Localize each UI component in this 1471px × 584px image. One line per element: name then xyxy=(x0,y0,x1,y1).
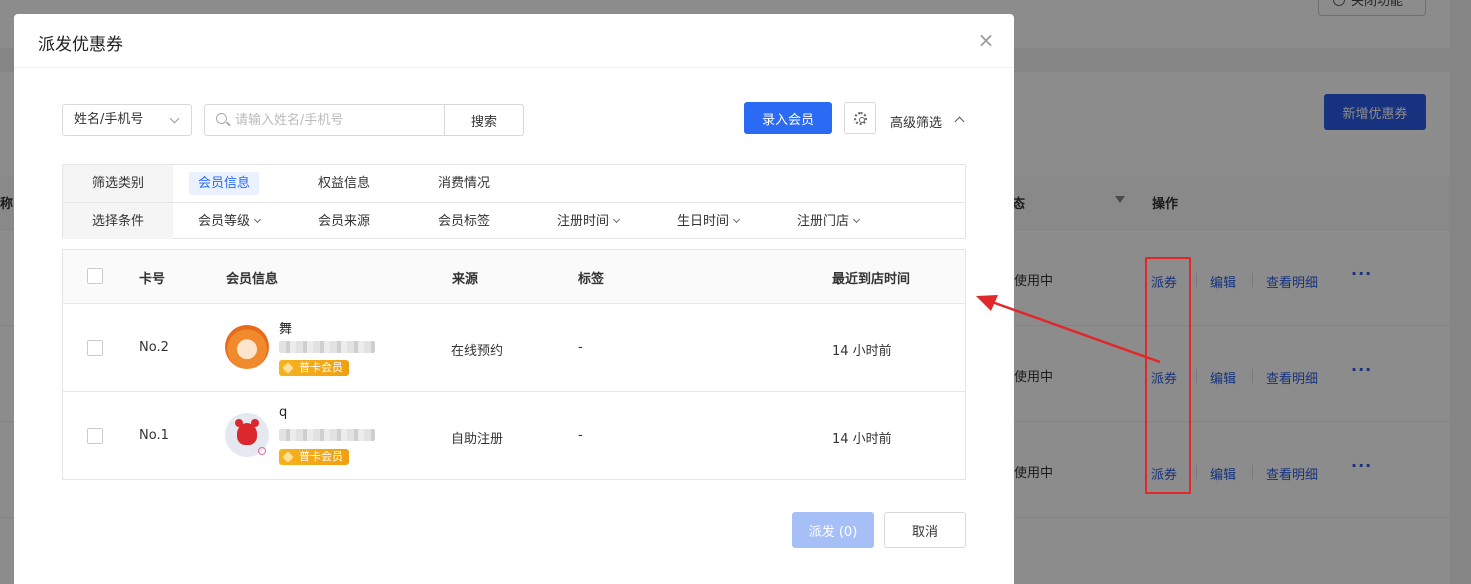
member-name: 舞 xyxy=(279,322,293,337)
last-visit-time: 14 小时前 xyxy=(832,432,892,447)
filter-category-member-info[interactable]: 会员信息 xyxy=(189,172,260,195)
row-checkbox[interactable] xyxy=(87,340,103,356)
column-last-visit: 最近到店时间 xyxy=(832,272,911,287)
add-member-button[interactable]: 录入会员 xyxy=(744,102,832,134)
advanced-filter-toggle[interactable]: 高级筛选 xyxy=(890,112,942,131)
chevron-down-icon xyxy=(169,113,180,124)
card-no: No.1 xyxy=(139,428,169,443)
diamond-icon xyxy=(282,451,294,463)
filter-category-row: 筛选类别 会员信息 权益信息 消费情况 xyxy=(63,165,965,202)
filter-panel: 筛选类别 会员信息 权益信息 消费情况 选择条件 会员等级 会员来源 会员标签 … xyxy=(62,164,966,239)
chevron-down-icon xyxy=(852,215,861,224)
member-tag: - xyxy=(578,428,583,443)
filter-category-benefits[interactable]: 权益信息 xyxy=(309,172,379,195)
card-no: No.2 xyxy=(139,340,169,355)
table-row[interactable]: No.2 舞 普卡会员 在线预约 - 14 小时前 xyxy=(63,304,965,392)
dialog-title: 派发优惠券 xyxy=(38,35,123,55)
filter-member-source[interactable]: 会员来源 xyxy=(309,210,379,233)
filter-member-tag[interactable]: 会员标签 xyxy=(429,210,499,233)
cancel-button[interactable]: 取消 xyxy=(884,512,966,548)
column-tag: 标签 xyxy=(578,272,605,287)
column-card-no: 卡号 xyxy=(139,272,166,287)
filter-category-label: 筛选类别 xyxy=(63,165,173,202)
dialog-header: 派发优惠券 × xyxy=(14,14,1014,68)
member-table: 卡号 会员信息 来源 标签 最近到店时间 No.2 舞 普卡会员 在线预约 - … xyxy=(62,249,966,480)
avatar xyxy=(225,325,269,369)
table-header: 卡号 会员信息 来源 标签 最近到店时间 xyxy=(63,250,965,304)
search-input[interactable] xyxy=(235,105,443,135)
last-visit-time: 14 小时前 xyxy=(832,344,892,359)
chevron-up-icon[interactable] xyxy=(954,116,965,127)
select-all-checkbox[interactable] xyxy=(87,268,103,284)
filter-register-time[interactable]: 注册时间 xyxy=(548,210,628,233)
filter-category-consumption[interactable]: 消费情况 xyxy=(429,172,499,195)
female-icon xyxy=(258,447,266,455)
member-tag: - xyxy=(578,340,583,355)
filter-condition-row: 选择条件 会员等级 会员来源 会员标签 注册时间 生日时间 注册门店 xyxy=(63,202,965,239)
search-icon xyxy=(216,113,227,124)
bear-icon xyxy=(235,419,259,445)
filter-member-level[interactable]: 会员等级 xyxy=(189,210,269,233)
chevron-down-icon xyxy=(732,215,741,224)
gear-icon xyxy=(854,112,867,125)
highlight-box xyxy=(1145,257,1191,494)
column-source: 来源 xyxy=(452,272,479,287)
chevron-down-icon xyxy=(253,215,262,224)
filter-register-store[interactable]: 注册门店 xyxy=(788,210,868,233)
settings-button[interactable] xyxy=(844,102,876,134)
member-level-badge: 普卡会员 xyxy=(279,360,349,376)
member-source: 在线预约 xyxy=(451,344,504,359)
filter-birthday[interactable]: 生日时间 xyxy=(668,210,748,233)
search-box: 搜索 xyxy=(204,104,524,136)
close-icon[interactable]: × xyxy=(976,30,996,50)
masked-phone xyxy=(279,341,375,353)
dispatch-coupon-dialog: 派发优惠券 × 姓名/手机号 搜索 录入会员 高级筛选 筛选类别 会员信息 权益… xyxy=(14,14,1014,584)
table-row[interactable]: No.1 q 普卡会员 自助注册 - 14 小时前 xyxy=(63,393,965,481)
member-name: q xyxy=(279,405,288,420)
member-level-badge: 普卡会员 xyxy=(279,449,349,465)
search-button[interactable]: 搜索 xyxy=(444,104,524,136)
column-member-info: 会员信息 xyxy=(226,272,279,287)
diamond-icon xyxy=(282,362,294,374)
chevron-down-icon xyxy=(612,215,621,224)
filter-condition-label: 选择条件 xyxy=(63,203,173,239)
dispatch-button[interactable]: 派发 (0) xyxy=(792,512,874,548)
masked-phone xyxy=(279,429,375,441)
search-type-select[interactable]: 姓名/手机号 xyxy=(62,104,192,136)
member-source: 自助注册 xyxy=(451,432,504,447)
row-checkbox[interactable] xyxy=(87,428,103,444)
